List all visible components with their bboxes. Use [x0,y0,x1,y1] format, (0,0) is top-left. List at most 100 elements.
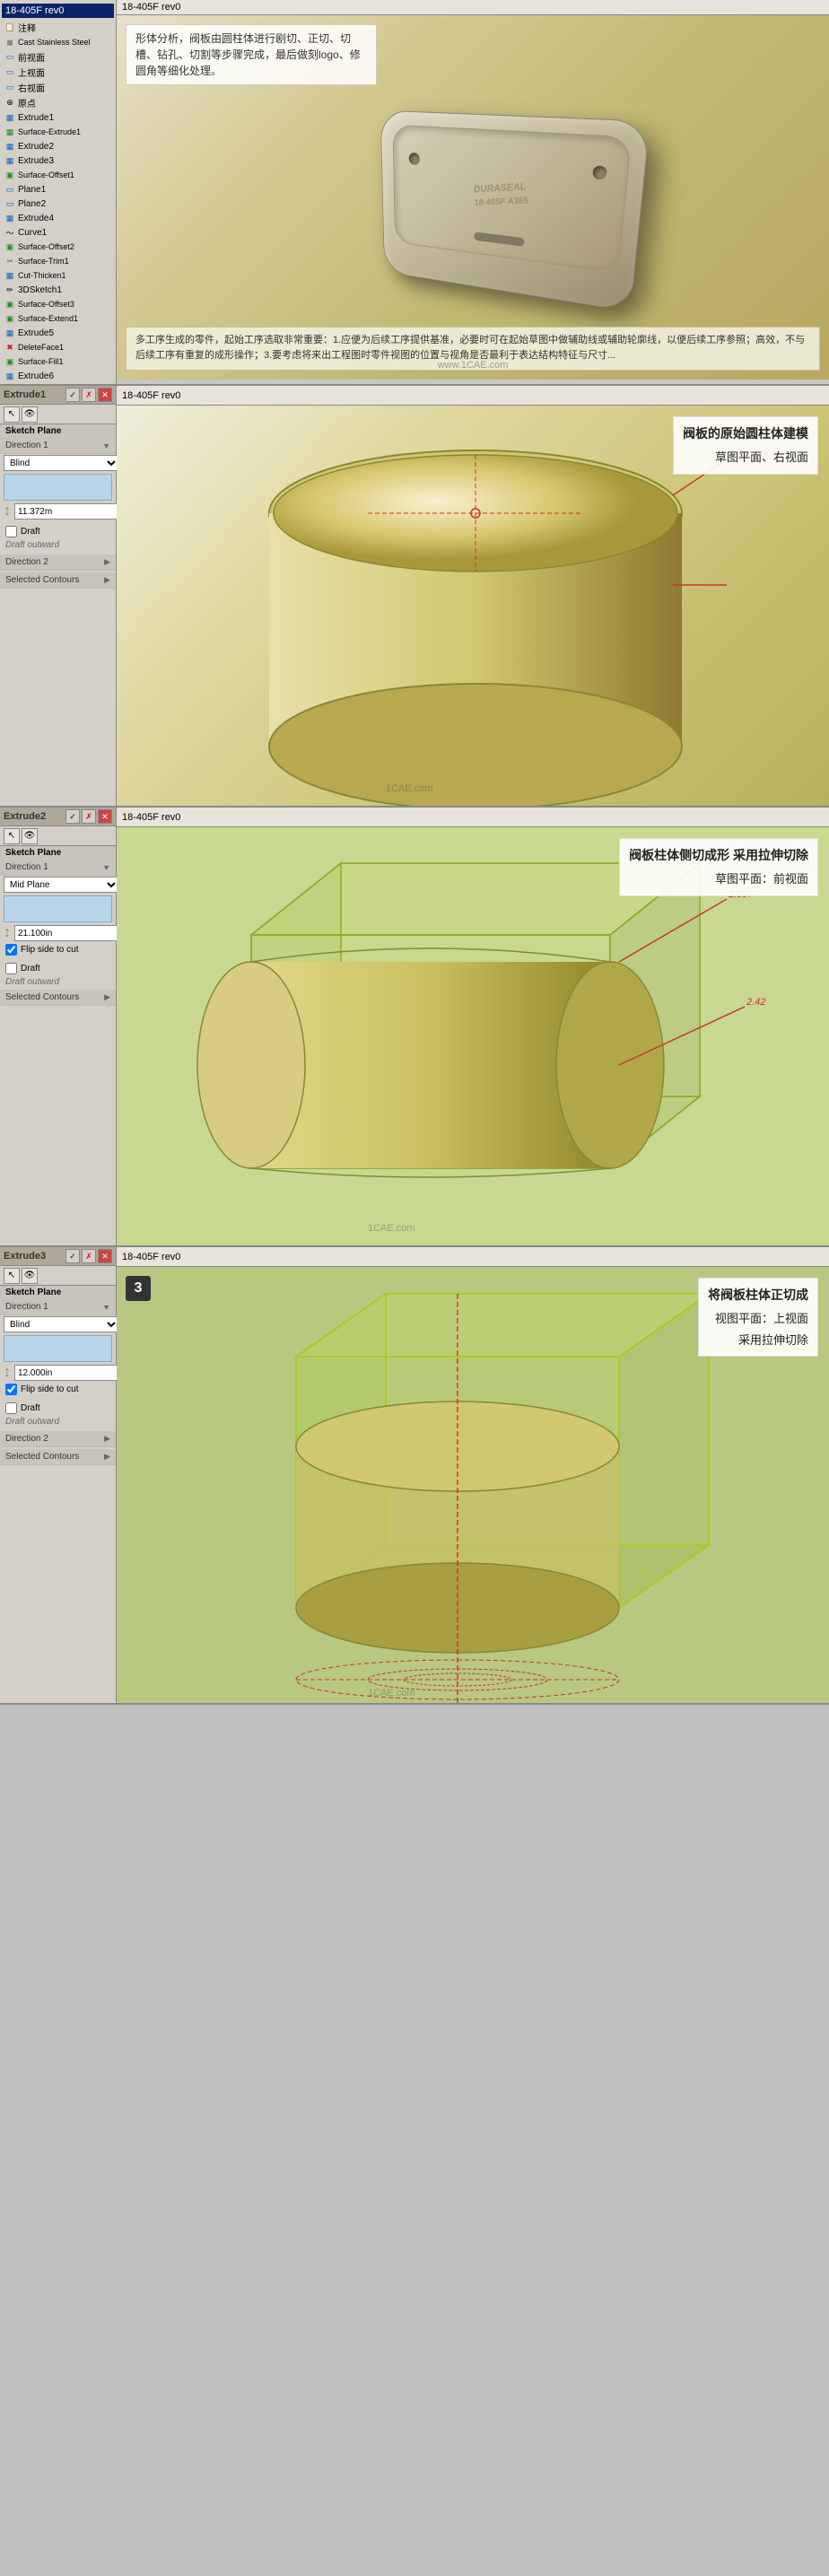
extrude6-icon: ▦ [4,370,16,382]
plane2-icon: ▭ [4,197,16,210]
tree-item-extrude5[interactable]: ▦ Extrude5 [2,326,114,340]
extrude3-direction2-arrow: ▶ [104,1434,110,1444]
feature-tree: 18-405F rev0 📋 注释 ◼ Cast Stainless Steel… [0,0,117,384]
selected-contours-arrow: ▶ [104,575,110,585]
tree-item-surface-offset2[interactable]: ▣ Surface-Offset2 [2,240,114,254]
extrude3-cancel-button[interactable]: ✗ [82,1249,96,1263]
tree-item-curve1[interactable]: 〜 Curve1 [2,225,114,240]
tree-item-right[interactable]: ▭ 右视面 [2,80,114,95]
tree-item-material[interactable]: ◼ Cast Stainless Steel [2,35,114,49]
tb-arrow-btn[interactable]: ↖ [4,406,20,423]
svg-text:1CAE.com: 1CAE.com [386,783,433,794]
extrude3-draft-checkbox[interactable] [5,1402,17,1414]
tree-item-extrude4[interactable]: ▦ Extrude4 [2,211,114,225]
material-icon: ◼ [4,36,16,48]
extrude2-viewport: 18-405F rev0 [117,808,829,1245]
tree-item-surface-extend[interactable]: ▣ Surface-Extend1 [2,311,114,326]
extrude3-ok-button[interactable]: ✓ [65,1249,80,1263]
extrude3-vp-title: 18-405F rev0 [122,1252,180,1262]
extrude2-vp-title: 18-405F rev0 [122,812,180,823]
extrude1-cancel-button[interactable]: ✗ [82,388,96,402]
direction2-row[interactable]: Direction 2 ▶ [0,554,116,571]
tree-item-extrude6[interactable]: ▦ Extrude6 [2,369,114,383]
extrude3-close-button[interactable]: ✕ [98,1249,112,1263]
extrude2-direction1-select[interactable]: Mid Plane [4,877,119,893]
extrude3-direction2-label: Direction 2 [5,1434,100,1444]
extrude1-ok-button[interactable]: ✓ [65,388,80,402]
extrude1-panel-header: Extrude1 ✓ ✗ ✕ [0,386,116,405]
tree-item-3dsketch[interactable]: ✏ 3DSketch1 [2,283,114,297]
top-section: 18-405F rev0 📋 注释 ◼ Cast Stainless Steel… [0,0,829,386]
tb2-arrow-btn[interactable]: ↖ [4,828,20,844]
extrude2-direction1-row[interactable]: Direction 1 ▼ [0,860,116,876]
tree-item-extrude2[interactable]: ▦ Extrude2 [2,139,114,153]
extrude3-selected-contours-row[interactable]: Selected Contours ▶ [0,1449,116,1465]
tree-item-extrude1[interactable]: ▦ Extrude1 [2,110,114,125]
tb2-view-btn[interactable]: 👁 [22,828,38,844]
tree-item-surface-trim1[interactable]: ✂ Surface-Trim1 [2,254,114,268]
tree-item-surface-offset3[interactable]: ▣ Surface-Offset3 [2,297,114,311]
tree-item-annotations[interactable]: 📋 注释 [2,20,114,35]
extrude2-sketch-plane-label: Sketch Plane [0,846,116,860]
extrude2-close-button[interactable]: ✕ [98,809,112,824]
extrude1-depth-row: ↕ [0,502,116,520]
tree-item-cut-thicken1[interactable]: ▦ Cut-Thicken1 [2,268,114,283]
draft-checkbox-row: Draft [0,524,116,539]
extrude2-selected-contours-label: Selected Contours [5,992,100,1002]
tree-item-extrude3[interactable]: ▦ Extrude3 [2,153,114,168]
draft-label: Draft [21,527,40,537]
tree-item-origin[interactable]: ⊕ 原点 [2,95,114,110]
extrude2-section: Extrude2 ✓ ✗ ✕ ↖ 👁 Sketch Plane Directio… [0,808,829,1247]
extrude3-depth-row: ↕ [0,1364,116,1382]
extrude2-depth-icon: ↕ [4,925,11,941]
tb3-view-btn[interactable]: 👁 [22,1268,38,1284]
extrude1-close-button[interactable]: ✕ [98,388,112,402]
plane-icon-front: ▭ [4,51,16,64]
tree-item-front[interactable]: ▭ 前视面 [2,49,114,65]
product-hole-1 [409,153,420,165]
extrude2-vp-titlebar: 18-405F rev0 [117,808,829,827]
extrude2-flip-checkbox[interactable] [5,944,17,956]
extrude3-direction1-label: Direction 1 [5,1302,99,1312]
tree-item-plane2[interactable]: ▭ Plane2 [2,196,114,211]
extrude3-direction1-row[interactable]: Direction 1 ▼ [0,1299,116,1315]
extrude3-direction1-select[interactable]: Blind [4,1316,119,1332]
direction2-arrow: ▶ [104,557,110,567]
extrude2-direction1-arrow: ▼ [102,863,110,872]
extrude2-direction1-label: Direction 1 [5,862,99,872]
extrude2-cancel-button[interactable]: ✗ [82,809,96,824]
watermark-top: www.1CAE.com [438,360,509,371]
extrude3-cn-overlay: 将阀板柱体正切成 视图平面：上视面 采用拉伸切除 [698,1278,818,1357]
surface-offset2-icon: ▣ [4,240,16,253]
extrude2-ok-button[interactable]: ✓ [65,809,80,824]
extrude3-selected-contours-arrow: ▶ [104,1452,110,1462]
extrude3-draft-label: Draft [21,1403,40,1413]
selected-contours-row[interactable]: Selected Contours ▶ [0,572,116,589]
extrude3-direction2-row[interactable]: Direction 2 ▶ [0,1431,116,1447]
tb3-arrow-btn[interactable]: ↖ [4,1268,20,1284]
extrude2-selected-contours-row[interactable]: Selected Contours ▶ [0,990,116,1006]
cut-thicken1-icon: ▦ [4,269,16,282]
extrude2-vp-body: 2.897 2.42 1CAE.com 阀板柱体侧切成形 采用拉伸切除 草图平面… [117,827,829,1245]
extrude3-sketch-plane-label: Sketch Plane [0,1286,116,1299]
extrude2-title: Extrude2 [4,811,46,822]
extrude2-draft-checkbox[interactable] [5,963,17,974]
tree-item-top[interactable]: ▭ 上视面 [2,65,114,80]
tree-item-surface-fill[interactable]: ▣ Surface-Fill1 [2,354,114,369]
surface-extrude-icon: ▦ [4,126,16,138]
tree-item-plane1[interactable]: ▭ Plane1 [2,182,114,196]
viewport-content: 形体分析，阀板由圆柱体进行剧切、正切、切槽、钻孔、切割等步骤完成，最后做刻log… [117,15,829,380]
tree-item-surface-extrude[interactable]: ▦ Surface-Extrude1 [2,125,114,139]
draft-checkbox[interactable] [5,526,17,537]
direction1-row[interactable]: Direction 1 ▼ [0,438,116,454]
direction1-type-select[interactable]: Blind [4,455,119,471]
plane-icon-right: ▭ [4,82,16,94]
tree-item-extrude7[interactable]: ▦ Extrude7 [2,383,114,384]
tree-item-surface-offset1[interactable]: ▣ Surface-Offset1 [2,168,114,182]
main-viewport: 18-405F rev0 形体分析，阀板由圆柱体进行剧切、正切、切槽、钻孔、切割… [117,0,829,384]
tree-item-delete-face[interactable]: ✖ DeleteFace1 [2,340,114,354]
feature-tree-title: 18-405F rev0 [2,4,114,18]
extrude3-flip-checkbox[interactable] [5,1384,17,1395]
extrude2-panel-header: Extrude2 ✓ ✗ ✕ [0,808,116,826]
tb-view-btn[interactable]: 👁 [22,406,38,423]
